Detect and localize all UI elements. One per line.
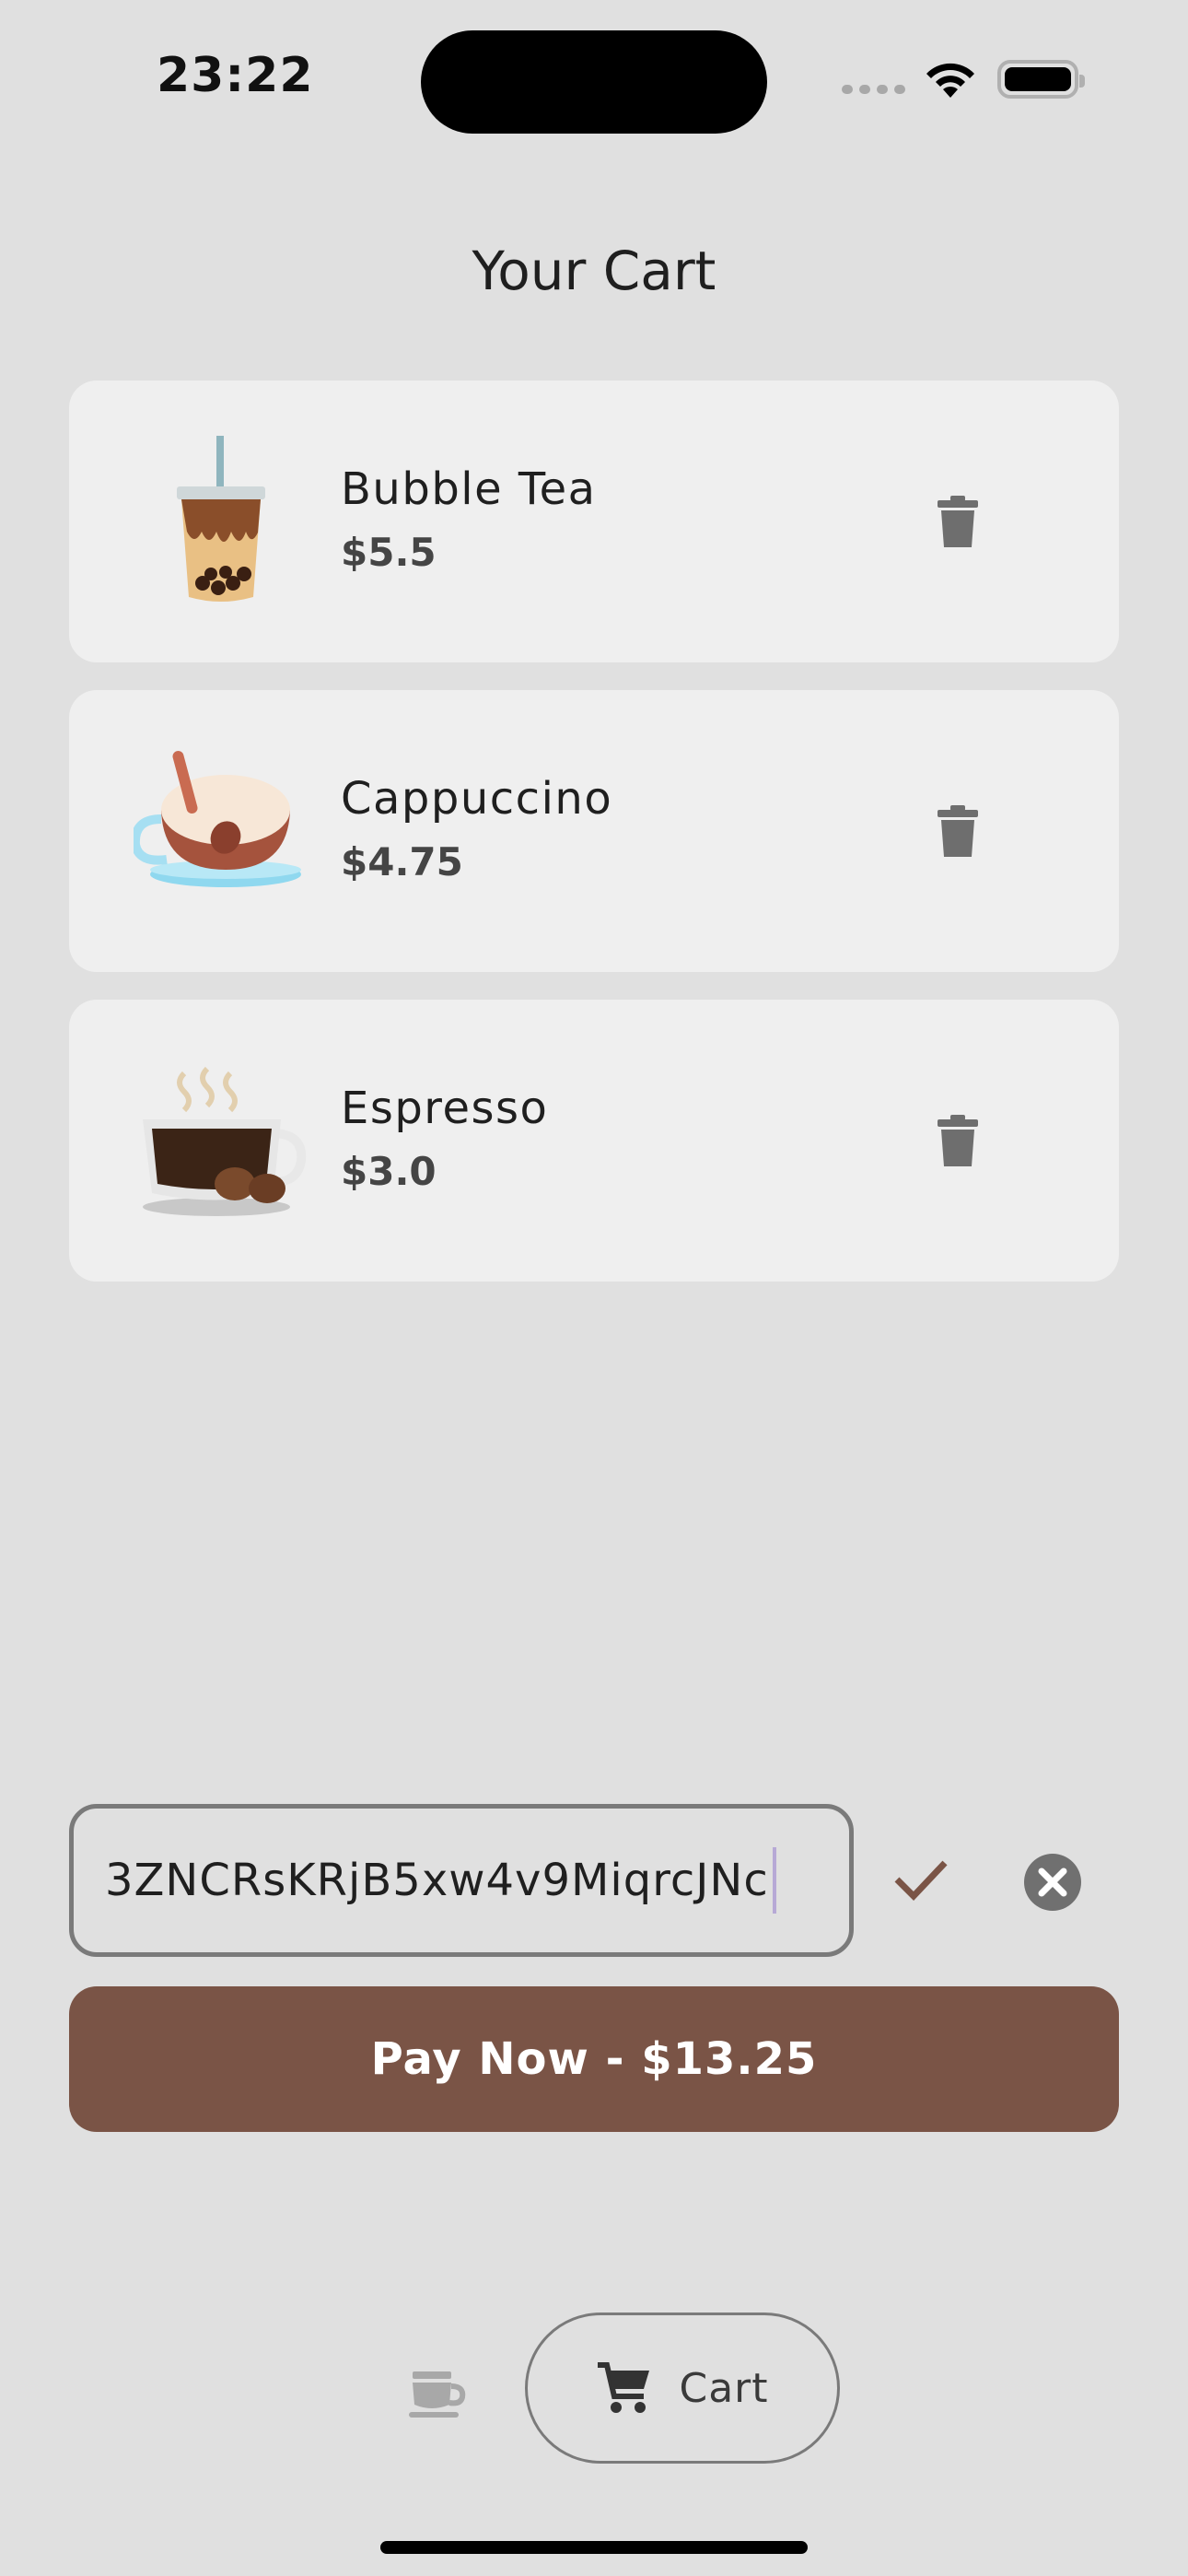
wifi-icon [926, 63, 974, 98]
cart-list: Bubble Tea $5.5 Cappuccino $4.75 Espress… [69, 381, 1119, 1309]
status-bar: 23:22 [0, 0, 1188, 157]
item-price: $5.5 [341, 530, 437, 575]
battery-icon [997, 60, 1085, 99]
item-name: Bubble Tea [341, 463, 597, 515]
espresso-icon [143, 1066, 307, 1216]
cart-item: Espresso $3.0 [69, 1000, 1119, 1282]
cellular-signal-icon [842, 85, 905, 94]
status-time: 23:22 [157, 48, 314, 103]
trash-icon [938, 805, 978, 857]
promo-code-value: 3ZNCRsKRjB5xw4v9MiqrcJNc [105, 1855, 769, 1906]
text-caret [772, 1847, 776, 1914]
trash-icon [938, 1115, 978, 1166]
clear-promo-button[interactable] [1018, 1847, 1088, 1917]
nav-cart-tab[interactable]: Cart [525, 2313, 840, 2464]
item-name: Cappuccino [341, 773, 613, 825]
item-price: $4.75 [341, 839, 463, 884]
delete-item-button[interactable] [926, 489, 990, 554]
dynamic-island [421, 30, 767, 134]
promo-code-input[interactable]: 3ZNCRsKRjB5xw4v9MiqrcJNc [69, 1804, 854, 1957]
bottom-navigation: Cart [0, 2308, 1188, 2465]
cart-item: Cappuccino $4.75 [69, 690, 1119, 972]
bubble-tea-icon [177, 436, 265, 602]
nav-menu-tab[interactable] [405, 2359, 470, 2423]
pay-now-button[interactable]: Pay Now - $13.25 [69, 1986, 1119, 2132]
home-indicator [380, 2541, 808, 2554]
cappuccino-icon [134, 750, 301, 887]
item-price: $3.0 [341, 1149, 437, 1194]
close-circle-icon [1024, 1854, 1081, 1911]
item-name: Espresso [341, 1083, 549, 1134]
page-title: Your Cart [472, 240, 716, 302]
cart-icon [598, 2362, 650, 2413]
trash-icon [938, 496, 978, 547]
checkmark-icon [894, 1860, 948, 1902]
delete-item-button[interactable] [926, 799, 990, 863]
cart-item: Bubble Tea $5.5 [69, 381, 1119, 662]
delete-item-button[interactable] [926, 1108, 990, 1173]
confirm-promo-button[interactable] [884, 1843, 958, 1916]
coffee-cup-icon [409, 2371, 466, 2418]
nav-cart-label: Cart [679, 2364, 769, 2412]
